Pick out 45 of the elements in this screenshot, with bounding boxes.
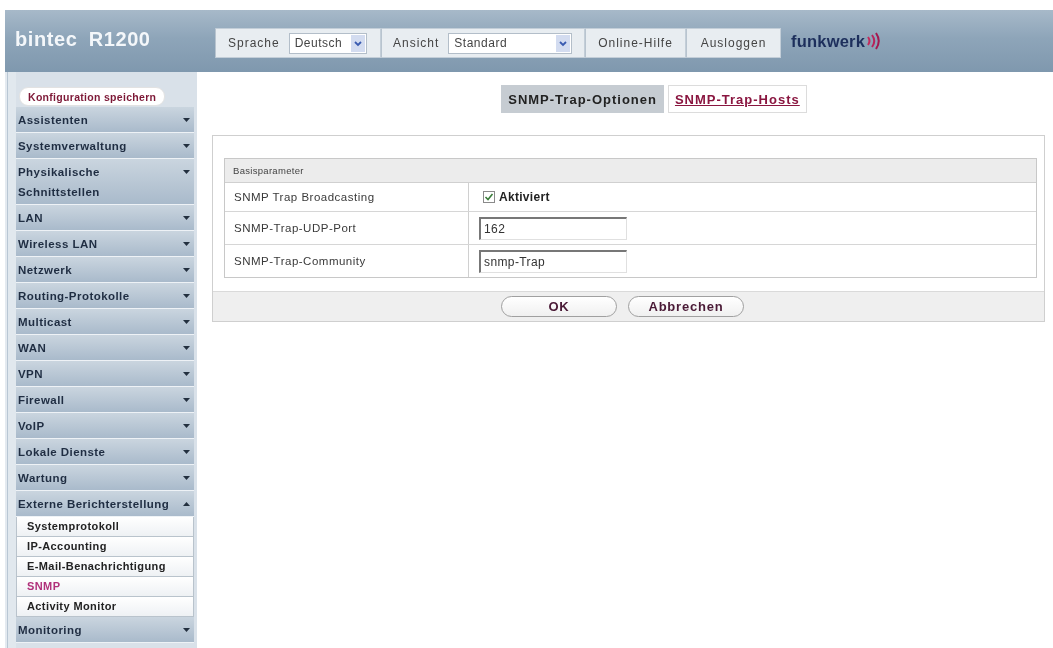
sidebar-item[interactable]: WAN [16, 335, 194, 361]
sidebar-item[interactable]: Wartung [16, 465, 194, 491]
product-name: bintec R1200 [14, 27, 152, 51]
language-select[interactable]: Deutsch [288, 32, 367, 54]
input-field[interactable]: 162 [479, 216, 627, 240]
sidebar-item[interactable]: Physikalische Schnittstellen [16, 159, 194, 205]
language-label: Sprache [228, 36, 280, 50]
submenu-item[interactable]: Systemprotokoll [16, 517, 194, 537]
sidebar-item[interactable]: Multicast [16, 309, 194, 335]
sidebar-item[interactable]: Monitoring [16, 617, 194, 643]
section-header: Basisparameter [225, 159, 1036, 183]
sidebar-item[interactable]: LAN [16, 205, 194, 231]
waves-icon [866, 32, 882, 50]
submenu-item[interactable]: SNMP [16, 577, 194, 597]
field-label: SNMP Trap Broadcasting [225, 183, 469, 211]
brand-logo-text: funkwerk [791, 31, 866, 51]
sidebar-item[interactable]: Systemverwaltung [16, 133, 194, 159]
toolbar-button[interactable]: Ausloggen [686, 28, 781, 58]
chevron-down-icon [350, 34, 365, 52]
chevron-down-icon [556, 34, 571, 52]
view-select[interactable]: Standard [448, 32, 573, 54]
cancel-button[interactable]: Abbrechen [628, 296, 744, 317]
submenu-item[interactable]: Activity Monitor [16, 597, 194, 617]
input-field[interactable]: snmp-Trap [479, 249, 627, 273]
ok-button[interactable]: OK [501, 296, 617, 317]
checkbox-label: Aktiviert [499, 190, 550, 204]
sidebar-item[interactable]: Routing-Protokolle [16, 283, 194, 309]
toolbar-button[interactable]: Online-Hilfe [585, 28, 686, 58]
sidebar-item[interactable]: Lokale Dienste [16, 439, 194, 465]
sidebar-item[interactable]: VPN [16, 361, 194, 387]
sidebar-item[interactable]: Wireless LAN [16, 231, 194, 257]
save-config-button[interactable]: Konfiguration speichern [19, 87, 166, 106]
sidebar-item[interactable]: VoIP [16, 413, 194, 439]
field-label: SNMP-Trap-Community [225, 245, 469, 277]
sidebar-item[interactable]: Firewall [16, 387, 194, 413]
field-label: SNMP-Trap-UDP-Port [225, 212, 469, 244]
sidebar-item[interactable]: Assistenten [16, 107, 194, 133]
submenu-item[interactable]: E-Mail-Benachrichtigung [16, 557, 194, 577]
sidebar-item[interactable]: Externe Berichterstellung [16, 491, 194, 517]
tab[interactable]: SNMP-Trap-Hosts [667, 85, 807, 113]
sidebar-item[interactable]: Netzwerk [16, 257, 194, 283]
checkbox-checked-icon[interactable] [483, 191, 495, 203]
view-label: Ansicht [393, 36, 440, 50]
tab[interactable]: SNMP-Trap-Optionen [501, 85, 664, 113]
submenu-item[interactable]: IP-Accounting [16, 537, 194, 557]
